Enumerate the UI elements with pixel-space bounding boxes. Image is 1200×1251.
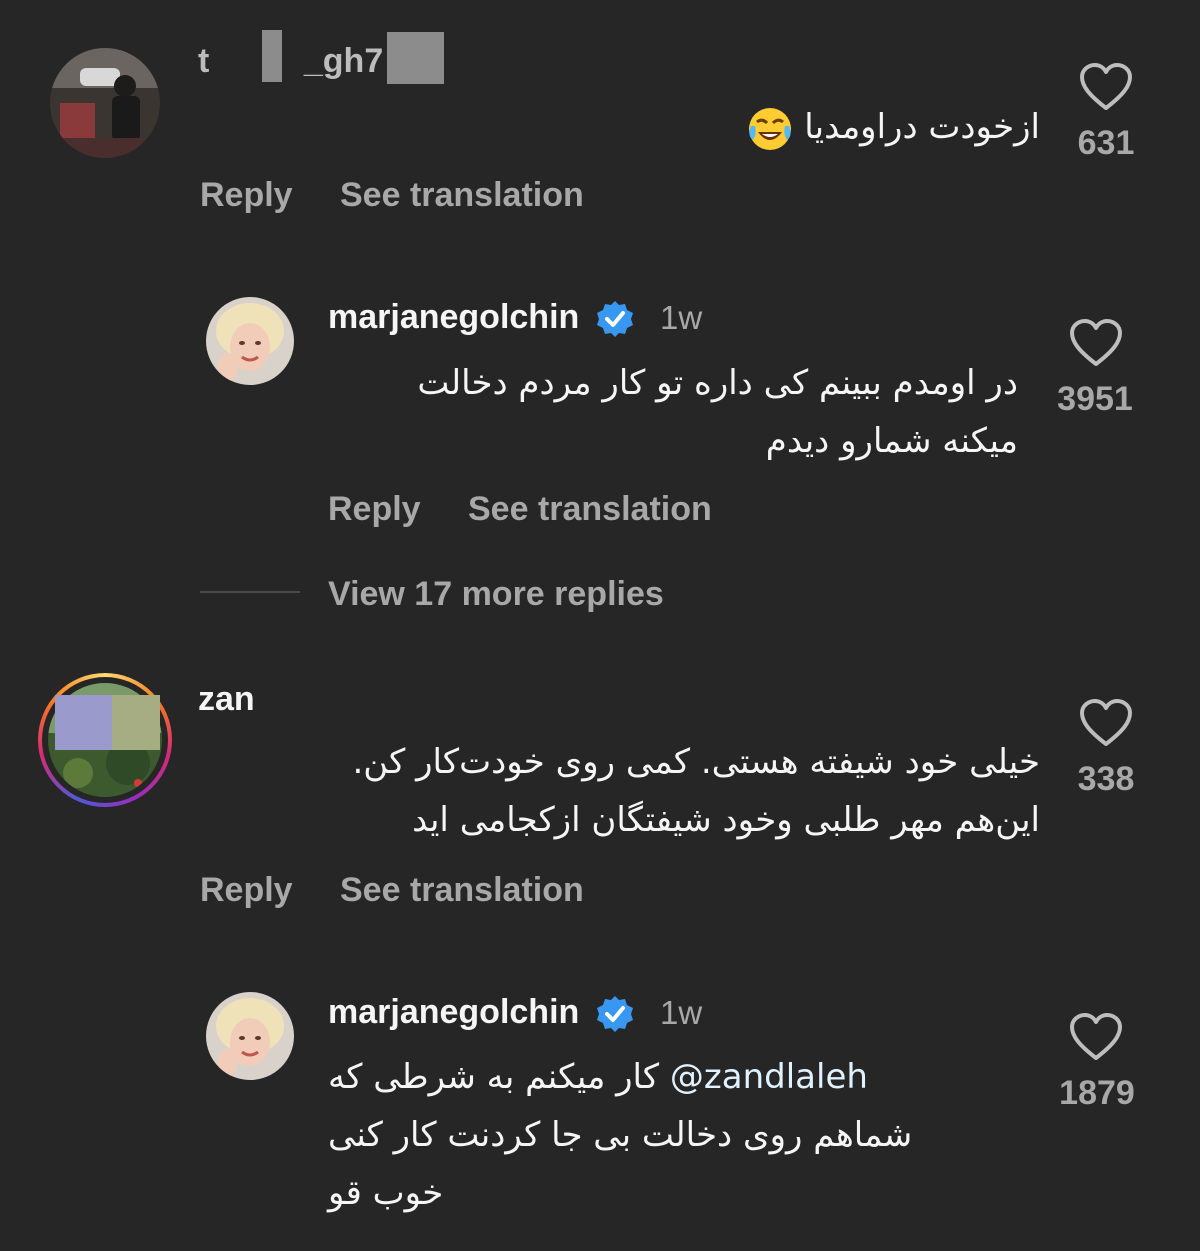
replies-divider [200,591,300,593]
comments-thread: t _gh7 ازخودت دراومدیا 631 Reply See tra… [0,0,1200,1251]
username-redaction [262,30,282,82]
like-count: 631 [1077,124,1135,162]
face-with-tears-of-joy-emoji [747,106,793,152]
heart-icon[interactable] [1079,698,1133,748]
view-more-replies-button[interactable]: View 17 more replies [328,575,664,614]
comment-username[interactable]: zan [198,680,255,719]
see-translation-button[interactable]: See translation [468,490,712,529]
heart-icon[interactable] [1069,1012,1123,1062]
verified-badge-icon [597,996,633,1032]
verified-badge-icon [597,301,633,337]
avatar[interactable] [206,992,294,1080]
comment-line: خوب قو [328,1173,444,1213]
reply-button[interactable]: Reply [328,490,421,529]
comment-text: در اومدم ببینم کی داره تو کار مردم دخالت… [318,354,1018,470]
heart-icon[interactable] [1069,318,1123,368]
comment-username[interactable]: t _gh7 [198,42,383,81]
comment-body: ازخودت دراومدیا [804,107,1040,147]
avatar-redaction [55,695,112,750]
like-count: 3951 [1057,380,1133,418]
comment-line: @zandlaleh کار میکنم به شرطی که [328,1048,1028,1106]
comment-line: شماهم روی دخالت بی جا کردنت کار کنی [328,1115,913,1155]
avatar[interactable] [50,48,160,158]
comment-username[interactable]: marjanegolchin [328,298,579,337]
comment-line: خیلی خود شیفته هستی. کمی روی خودت‌کار کن… [352,742,1040,782]
reply-button[interactable]: Reply [200,176,293,215]
comment-line-part: کار میکنم به شرطی که [328,1057,660,1097]
comment-text: خیلی خود شیفته هستی. کمی روی خودت‌کار کن… [240,733,1040,849]
reply-button[interactable]: Reply [200,871,293,910]
heart-icon[interactable] [1079,62,1133,112]
like-count: 1879 [1059,1074,1135,1112]
mention-link[interactable]: @zandlaleh [670,1057,868,1097]
comment-timestamp: 1w [660,994,703,1031]
see-translation-button[interactable]: See translation [340,176,584,215]
see-translation-button[interactable]: See translation [340,871,584,910]
comment-timestamp: 1w [660,299,703,336]
like-count: 338 [1077,760,1135,798]
comment-line: این‌هم مهر طلبی وخود شیفتگان ازکجامی اید [412,800,1040,840]
comment-line: میکنه شمارو دیدم [765,421,1018,461]
avatar-redaction [112,695,160,750]
comment-line: در اومدم ببینم کی داره تو کار مردم دخالت [417,363,1018,403]
comment-text: ازخودت دراومدیا [340,98,1040,156]
comment-username[interactable]: marjanegolchin [328,993,579,1032]
avatar[interactable] [206,297,294,385]
comment-text: @zandlaleh کار میکنم به شرطی که شماهم رو… [328,1048,1028,1222]
username-redaction [387,32,444,84]
